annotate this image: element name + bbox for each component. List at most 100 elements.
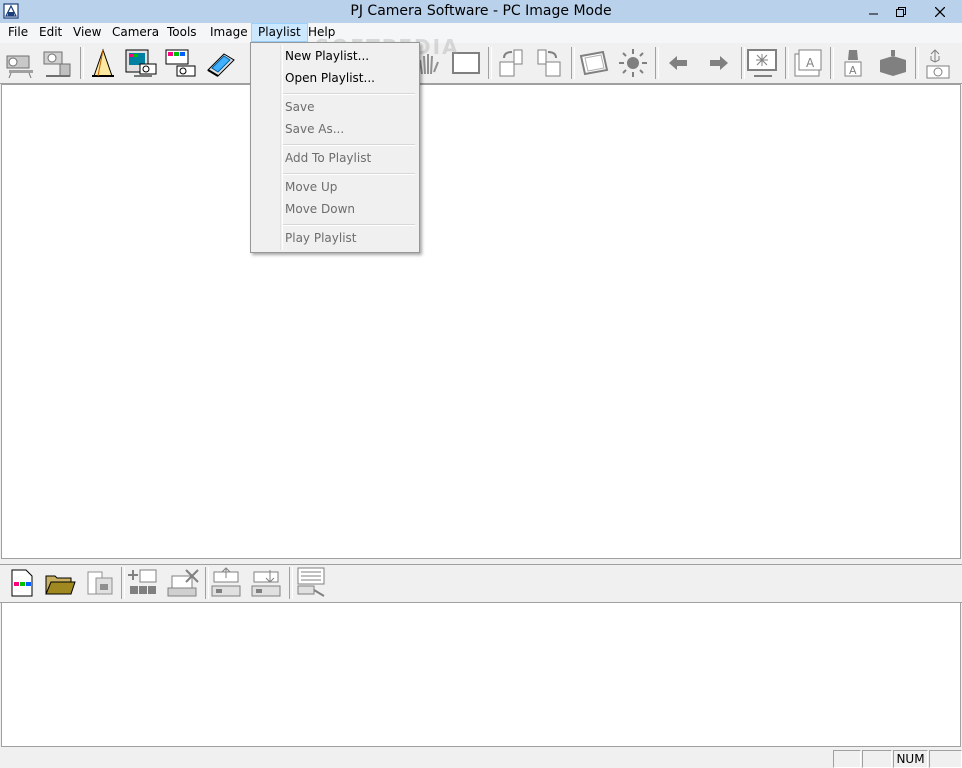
- save-playlist-button[interactable]: [82, 566, 116, 600]
- menu-item-play-playlist[interactable]: Play Playlist: [253, 227, 417, 249]
- restore-button[interactable]: [885, 0, 917, 23]
- playlist-toolbar: [0, 565, 962, 603]
- camera-projector-icon: [6, 55, 33, 79]
- arrow-left-icon: [669, 56, 687, 70]
- toolbar-separator: [80, 47, 84, 79]
- open-playlist-button[interactable]: [43, 566, 77, 600]
- add-item-icon: [128, 569, 157, 594]
- menu-playlist[interactable]: Playlist: [251, 23, 308, 42]
- remove-item-icon: [167, 569, 199, 597]
- toolbar-separator: [915, 47, 919, 79]
- annotate-text-button[interactable]: A: [791, 46, 825, 80]
- menu-bar: File Edit View Camera Tools Image Playli…: [0, 23, 962, 43]
- new-playlist-button[interactable]: [4, 566, 38, 600]
- menu-separator: [283, 93, 415, 95]
- menu-view[interactable]: View: [67, 23, 107, 42]
- status-num-indicator: NUM: [893, 750, 928, 768]
- add-to-playlist-button[interactable]: [126, 566, 160, 600]
- restore-icon: [896, 6, 906, 17]
- move-up-button[interactable]: [210, 566, 244, 600]
- toolbar-separator: [488, 47, 492, 79]
- menu-item-add-to-playlist[interactable]: Add To Playlist: [253, 147, 417, 169]
- menu-item-new-playlist[interactable]: New Playlist...: [253, 45, 417, 67]
- menu-separator: [283, 144, 415, 146]
- move-down-button[interactable]: [250, 566, 284, 600]
- toolbar-separator: [785, 47, 789, 79]
- svg-text:A: A: [849, 64, 857, 77]
- projector-mode-button[interactable]: [163, 46, 197, 80]
- status-pane-caps: [833, 750, 861, 768]
- main-toolbar: A A: [0, 43, 962, 84]
- rotate-left-button[interactable]: [532, 46, 566, 80]
- camera-mode-button[interactable]: [40, 46, 74, 80]
- caption-button[interactable]: A: [836, 46, 870, 80]
- usb-camera-button[interactable]: [921, 46, 955, 80]
- svg-text:A: A: [806, 56, 815, 70]
- brightness-button[interactable]: [616, 46, 650, 80]
- close-icon: [935, 6, 945, 17]
- playlist-pane[interactable]: [1, 603, 961, 747]
- lamp-icon: [880, 50, 906, 76]
- frame-button[interactable]: [577, 46, 611, 80]
- playlist-dropdown-menu: New Playlist... Open Playlist... Save Sa…: [250, 42, 420, 253]
- toolbar-separator: [741, 47, 745, 79]
- toolbar-separator: [289, 567, 293, 599]
- status-bar: NUM: [0, 748, 962, 768]
- text-frame-icon: A: [794, 49, 822, 77]
- pc-image-mode-button[interactable]: [124, 46, 158, 80]
- status-pane-scroll: [929, 750, 962, 768]
- menu-camera[interactable]: Camera: [106, 23, 165, 42]
- toolbar-separator: [830, 47, 834, 79]
- document-camera-icon: [92, 48, 114, 77]
- save-playlist-icon: [87, 571, 113, 595]
- document-camera-button[interactable]: [86, 46, 120, 80]
- rotate-right-icon: [499, 49, 523, 77]
- menu-item-move-up[interactable]: Move Up: [253, 176, 417, 198]
- minimize-icon: [869, 13, 878, 14]
- previous-button[interactable]: [661, 46, 695, 80]
- scanner-icon: [207, 53, 235, 77]
- close-button[interactable]: [918, 0, 962, 23]
- camera-connect-button[interactable]: [3, 46, 37, 80]
- projector-screen-icon: [165, 49, 196, 77]
- open-folder-icon: [45, 575, 76, 595]
- move-up-icon: [211, 567, 241, 597]
- camera-stand-icon: [43, 51, 71, 77]
- freeze-button[interactable]: [746, 46, 780, 80]
- toolbar-separator: [571, 47, 575, 79]
- toolbar-separator: [121, 567, 125, 599]
- play-playlist-button[interactable]: [294, 566, 328, 600]
- monitor-burst-icon: [747, 49, 777, 77]
- rotate-right-button[interactable]: [494, 46, 528, 80]
- arrow-right-icon: [710, 56, 728, 70]
- remove-from-playlist-button[interactable]: [166, 566, 200, 600]
- menu-item-save[interactable]: Save: [253, 96, 417, 118]
- brightness-sun-icon: [619, 49, 647, 77]
- tilted-frame-icon: [579, 50, 609, 76]
- pc-monitor-icon: [125, 49, 157, 77]
- menu-item-move-down[interactable]: Move Down: [253, 198, 417, 220]
- title-bar: PJ Camera Software - PC Image Mode: [0, 0, 962, 23]
- lamp-button[interactable]: [876, 46, 910, 80]
- next-button[interactable]: [702, 46, 736, 80]
- play-slideshow-icon: [297, 567, 325, 597]
- rotate-left-icon: [537, 49, 561, 77]
- move-down-icon: [251, 570, 281, 597]
- image-display-pane[interactable]: [1, 84, 961, 559]
- menu-image[interactable]: Image: [204, 23, 254, 42]
- usb-camera-icon: [926, 49, 950, 79]
- menu-edit[interactable]: Edit: [33, 23, 68, 42]
- menu-separator: [283, 224, 415, 226]
- menu-item-save-as[interactable]: Save As...: [253, 118, 417, 140]
- status-pane-blank: [862, 750, 892, 768]
- toolbar-separator: [655, 47, 659, 79]
- toolbar-separator: [205, 567, 209, 599]
- menu-file[interactable]: File: [2, 23, 34, 42]
- scanner-button[interactable]: [204, 46, 238, 80]
- menu-tools[interactable]: Tools: [161, 23, 203, 42]
- new-document-icon: [11, 569, 33, 597]
- menu-item-open-playlist[interactable]: Open Playlist...: [253, 67, 417, 89]
- window-title: PJ Camera Software - PC Image Mode: [350, 3, 612, 19]
- lamp-text-icon: A: [844, 50, 862, 77]
- menu-separator: [283, 173, 415, 175]
